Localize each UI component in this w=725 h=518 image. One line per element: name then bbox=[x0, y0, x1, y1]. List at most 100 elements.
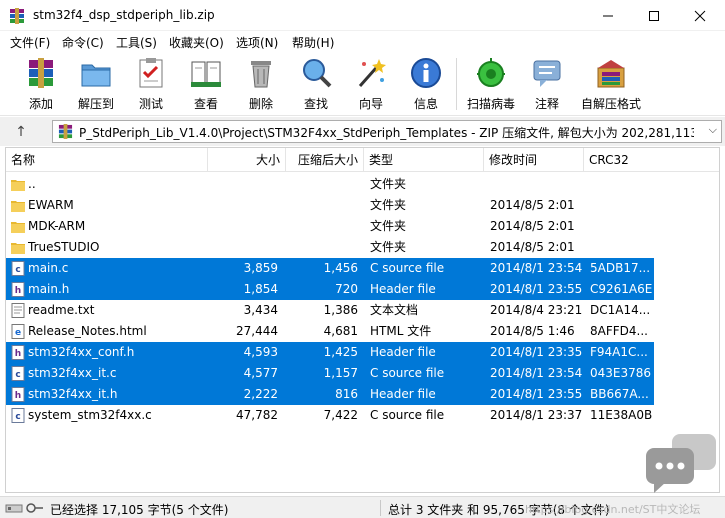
maximize-button[interactable] bbox=[631, 0, 677, 31]
menu-tools[interactable]: 工具(S) bbox=[116, 34, 157, 51]
file-modified: 2014/8/1 23:37 bbox=[490, 408, 583, 422]
find-icon bbox=[303, 59, 332, 88]
file-modified: 2014/8/5 1:46 bbox=[490, 324, 575, 338]
column-type[interactable]: 类型 bbox=[364, 148, 484, 172]
virus-scan-icon bbox=[477, 58, 505, 87]
watermark: https://blog.csdn.net/ST中文论坛 bbox=[525, 503, 701, 516]
file-list[interactable]: 名称 大小 压缩后大小 类型 修改时间 CRC32 .. 文件夹 EWARM 文件夹 2… bbox=[5, 147, 720, 493]
column-name[interactable]: 名称 bbox=[6, 148, 208, 172]
file-type: C source file bbox=[370, 408, 445, 422]
file-size: 4,593 bbox=[243, 345, 278, 359]
extract-to-button[interactable]: 解压到 bbox=[69, 56, 123, 114]
c-file-icon: c bbox=[11, 261, 25, 276]
file-crc bbox=[590, 174, 654, 195]
file-modified: 2014/8/1 23:35 bbox=[490, 345, 583, 359]
close-button[interactable] bbox=[677, 0, 723, 31]
file-row[interactable]: MDK-ARM 文件夹 2014/8/5 2:01 bbox=[6, 216, 654, 237]
file-type: Header file bbox=[370, 345, 436, 359]
file-crc: DC1A14... bbox=[590, 303, 651, 317]
h-file-icon: h bbox=[11, 387, 25, 402]
file-packed-size bbox=[286, 195, 358, 216]
delete-button[interactable]: 删除 bbox=[234, 56, 288, 114]
menu-command[interactable]: 命令(C) bbox=[62, 34, 104, 51]
menu-file[interactable]: 文件(F) bbox=[10, 34, 50, 51]
file-size: 47,782 bbox=[236, 408, 278, 422]
menu-favorites[interactable]: 收藏夹(O) bbox=[169, 34, 224, 51]
info-icon bbox=[411, 58, 441, 88]
chat-bubble-icon[interactable] bbox=[646, 434, 718, 494]
file-type: HTML 文件 bbox=[370, 324, 432, 338]
file-row[interactable]: EWARM 文件夹 2014/8/5 2:01 bbox=[6, 195, 654, 216]
file-row[interactable]: readme.txt 3,434 1,386 文本文档 2014/8/4 23:21 DC… bbox=[6, 300, 654, 321]
comment-button[interactable]: 注释 bbox=[520, 56, 574, 114]
delete-icon bbox=[251, 61, 271, 88]
chevron-down-icon[interactable]: ⌵ bbox=[709, 123, 717, 137]
html-file-icon: e bbox=[11, 324, 25, 339]
file-packed-size bbox=[286, 216, 358, 237]
file-type: 文件夹 bbox=[370, 240, 407, 254]
close-icon bbox=[694, 10, 706, 22]
c-file-icon: c bbox=[11, 408, 25, 423]
svg-text:c: c bbox=[15, 265, 20, 275]
virus-scan-button[interactable]: 扫描病毒 bbox=[464, 56, 518, 114]
add-archive-icon bbox=[29, 58, 53, 88]
find-button[interactable]: 查找 bbox=[289, 56, 343, 114]
archive-icon bbox=[58, 124, 73, 139]
file-row[interactable]: e Release_Notes.html 27,444 4,681 HTML 文件 201… bbox=[6, 321, 654, 342]
file-row[interactable]: c stm32f4xx_it.c 4,577 1,157 C source file 20… bbox=[6, 363, 654, 384]
file-packed-size: 1,456 bbox=[323, 261, 358, 275]
folder-icon bbox=[11, 180, 25, 191]
toolbar-separator bbox=[456, 58, 457, 110]
file-row[interactable]: .. 文件夹 bbox=[6, 174, 654, 195]
minimize-button[interactable] bbox=[585, 0, 631, 31]
file-row[interactable]: h stm32f4xx_conf.h 4,593 1,425 Header file 20… bbox=[6, 342, 654, 363]
file-modified: 2014/8/1 23:54 bbox=[490, 366, 583, 380]
file-row[interactable]: c main.c 3,859 1,456 C source file 2014/8/1 2… bbox=[6, 258, 654, 279]
view-icon bbox=[191, 61, 221, 87]
file-modified: 2014/8/5 2:01 bbox=[490, 198, 575, 212]
menu-help[interactable]: 帮助(H) bbox=[292, 34, 334, 51]
h-file-icon: h bbox=[11, 282, 25, 297]
comment-icon bbox=[533, 60, 561, 87]
file-name: Release_Notes.html bbox=[28, 324, 147, 338]
status-selection: 已经选择 17,105 字节(5 个文件) bbox=[50, 503, 229, 517]
test-button[interactable]: 测试 bbox=[124, 56, 178, 114]
file-crc: 043E3786 bbox=[590, 366, 652, 380]
file-type: 文件夹 bbox=[370, 198, 407, 212]
file-name: MDK-ARM bbox=[28, 219, 86, 233]
wizard-icon bbox=[358, 59, 386, 87]
file-type: C source file bbox=[370, 261, 445, 275]
add-button[interactable]: 添加 bbox=[14, 56, 68, 114]
sfx-button[interactable]: 自解压格式 bbox=[581, 56, 641, 114]
info-button[interactable]: 信息 bbox=[399, 56, 453, 114]
sfx-icon bbox=[597, 60, 625, 88]
file-row[interactable]: h stm32f4xx_it.h 2,222 816 Header file 2014/8… bbox=[6, 384, 654, 405]
wizard-button[interactable]: 向导 bbox=[344, 56, 398, 114]
address-path: P_StdPeriph_Lib_V1.4.0\Project\STM32F4xx… bbox=[79, 126, 694, 140]
column-size[interactable]: 大小 bbox=[208, 148, 286, 172]
file-size: 3,434 bbox=[243, 303, 278, 317]
info-label: 信息 bbox=[413, 97, 438, 111]
file-size: 4,577 bbox=[243, 366, 278, 380]
toolbar: 添加 解压到 测试 查看 删除 查找 向导 信息 扫描病毒 注释 自解压格式 bbox=[0, 52, 725, 116]
file-size: 2,222 bbox=[243, 387, 278, 401]
list-header: 名称 大小 压缩后大小 类型 修改时间 CRC32 bbox=[6, 148, 719, 172]
maximize-icon bbox=[649, 11, 659, 21]
column-modified[interactable]: 修改时间 bbox=[484, 148, 584, 172]
file-packed-size: 1,425 bbox=[323, 345, 358, 359]
file-row[interactable]: h main.h 1,854 720 Header file 2014/8/1 23:55… bbox=[6, 279, 654, 300]
file-packed-size: 816 bbox=[335, 387, 358, 401]
file-crc: 11E38A0B bbox=[590, 408, 653, 422]
file-crc: BB667A... bbox=[590, 387, 649, 401]
file-crc: C9261A6E bbox=[590, 282, 653, 296]
column-packed[interactable]: 压缩后大小 bbox=[286, 148, 364, 172]
file-modified bbox=[490, 174, 590, 195]
up-folder-button[interactable]: ↑ bbox=[10, 122, 32, 142]
column-crc[interactable]: CRC32 bbox=[584, 148, 654, 172]
view-button[interactable]: 查看 bbox=[179, 56, 233, 114]
file-row[interactable]: TrueSTUDIO 文件夹 2014/8/5 2:01 bbox=[6, 237, 654, 258]
file-row[interactable]: c system_stm32f4xx.c 47,782 7,422 C source f… bbox=[6, 405, 654, 426]
file-crc: 8AFFD4... bbox=[590, 324, 648, 338]
menu-options[interactable]: 选项(N) bbox=[236, 34, 278, 51]
address-field[interactable]: P_StdPeriph_Lib_V1.4.0\Project\STM32F4xx… bbox=[52, 120, 722, 143]
